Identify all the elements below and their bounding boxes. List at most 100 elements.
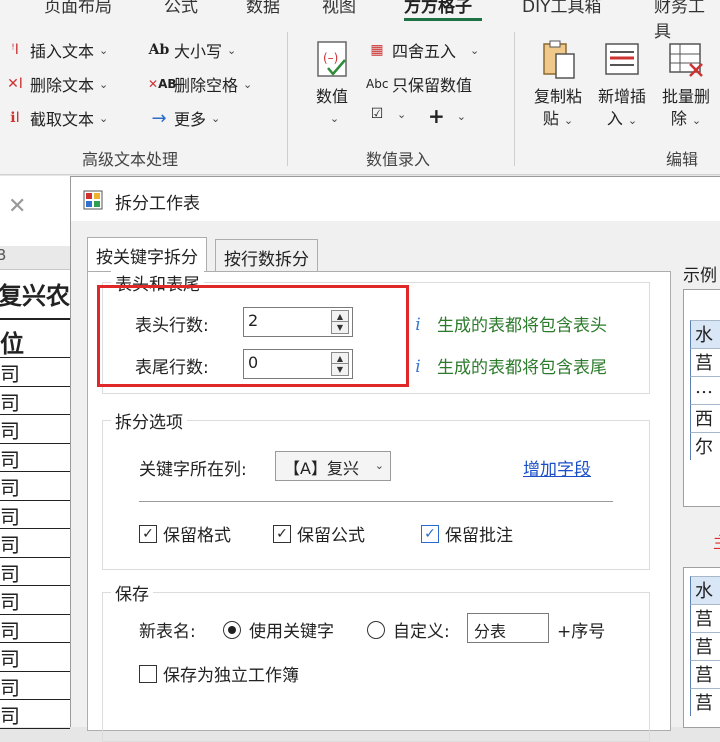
radio-selected-icon (223, 620, 241, 639)
tab-finance-tools[interactable]: 财务工具 (654, 0, 720, 42)
ribbon: 页面布局 公式 数据 视图 方方格子 DIY工具箱 财务工具 ꜝI 插入文本 ⌄ … (0, 0, 720, 175)
add-insert-label-line1: 新增插 (597, 87, 646, 106)
custom-name-radio[interactable]: 自定义: (367, 617, 450, 642)
tab-page-layout[interactable]: 页面布局 (44, 0, 112, 17)
table-cell[interactable]: 司 (0, 672, 70, 700)
example-cell: 水 (690, 320, 720, 348)
info-icon: i (415, 315, 421, 335)
highlight-annotation-box (97, 285, 409, 387)
chevron-down-icon: ⌄ (243, 77, 253, 91)
table-cell[interactable]: 司 (0, 558, 70, 586)
chevron-down-icon: ⌄ (227, 43, 237, 57)
plus-dropdown-button[interactable]: + ⌄ (428, 104, 466, 128)
dialog-titlebar[interactable]: 拆分工作表 (71, 177, 720, 221)
table-cell[interactable]: 司 (0, 615, 70, 643)
example-cell: 莒 (690, 688, 720, 716)
batch-delete-icon (664, 38, 708, 82)
split-options-legend: 拆分选项 (111, 408, 187, 433)
add-insert-label-line2: 入 (606, 109, 623, 128)
add-insert-button[interactable]: 新增插 入 ⌄ (592, 38, 652, 132)
copy-paste-button[interactable]: 复制粘 贴 ⌄ (528, 38, 588, 132)
table-cell[interactable]: 司 (0, 415, 70, 444)
example-cell: 西 (690, 404, 720, 432)
table-cell[interactable]: 司 (0, 387, 70, 415)
chevron-down-icon: ⌄ (99, 43, 109, 57)
delete-text-icon: ✕I (7, 76, 23, 92)
keep-comment-label: 保留批注 (445, 526, 513, 546)
save-legend: 保存 (111, 580, 153, 605)
sheet-grid: 位 司 司 司 司 司 司 司 司 司 司 司 司 司 (0, 318, 70, 729)
divider (139, 501, 613, 502)
tab-split-by-rows[interactable]: 按行数拆分 (215, 239, 318, 271)
table-cell[interactable]: 司 (0, 529, 70, 558)
custom-label: 自定义: (393, 622, 450, 642)
edit-note-icon: ☑ (370, 106, 384, 122)
table-cell[interactable]: 司 (0, 472, 70, 501)
chevron-down-icon: ⌄ (456, 109, 466, 123)
save-group: 保存 新表名: 使用关键字 自定义: 分表 +序号 保存为独立工作簿 (102, 580, 650, 742)
batch-delete-button[interactable]: 批量删 除 ⌄ (656, 38, 716, 132)
custom-name-input[interactable]: 分表 (467, 613, 549, 643)
table-cell[interactable]: 司 (0, 358, 70, 387)
split-options-group: 拆分选项 关键字所在列: 【A】复兴 ⌄ 增加字段 ✓ 保留格式 ✓ 保留公式 … (102, 408, 650, 570)
header-cell[interactable]: 位 (0, 320, 70, 358)
tab-fangfang[interactable]: 方方格子 (404, 0, 472, 17)
cut-text-icon: ℹI (10, 110, 20, 126)
copy-paste-label-line2: 贴 (542, 109, 559, 128)
tab-diy-toolbox[interactable]: DIY工具箱 (522, 0, 602, 17)
round-button[interactable]: ▦ 四舍五入 ⌄ (366, 38, 479, 62)
tab-formulas[interactable]: 公式 (164, 0, 198, 17)
arrow-right-icon: → (151, 107, 167, 129)
table-cell[interactable]: 司 (0, 444, 70, 472)
sheet-title-cell[interactable]: 复兴农 (0, 276, 70, 311)
case-label: 大小写 (174, 42, 223, 61)
keep-formula-checkbox[interactable]: ✓ 保留公式 (273, 521, 365, 546)
suffix-label: +序号 (557, 622, 606, 642)
tab-view[interactable]: 视图 (322, 0, 356, 17)
more-button[interactable]: → 更多 ⌄ (148, 106, 220, 130)
use-keyword-radio[interactable]: 使用关键字 (223, 617, 334, 642)
split-worksheet-dialog: 拆分工作表 按关键字拆分 按行数拆分 表头和表尾 表头行数: 2 ▲ ▼ i 生… (70, 176, 720, 742)
delete-text-label: 删除文本 (30, 76, 95, 95)
chevron-down-icon: ⌄ (211, 111, 221, 125)
column-header[interactable]: B (0, 246, 70, 270)
close-icon[interactable]: ✕ (8, 194, 26, 219)
cut-text-label: 截取文本 (30, 110, 95, 129)
save-standalone-checkbox[interactable]: 保存为独立工作簿 (139, 661, 299, 686)
table-cell[interactable]: 司 (0, 586, 70, 615)
table-cell[interactable]: 司 (0, 700, 70, 729)
batch-delete-label-line1: 批量删 (661, 87, 710, 106)
case-button[interactable]: Ab 大小写 ⌄ (148, 38, 237, 62)
cut-text-button[interactable]: ℹI 截取文本 ⌄ (4, 106, 108, 130)
delete-text-button[interactable]: ✕I 删除文本 ⌄ (4, 72, 108, 96)
group-separator (514, 32, 515, 166)
chevron-down-icon: ⌄ (470, 43, 480, 57)
insert-text-button[interactable]: ꜝI 插入文本 ⌄ (4, 38, 108, 62)
key-column-select[interactable]: 【A】复兴 ⌄ (275, 451, 391, 481)
value-button[interactable]: (–) 数值 ⌄ (306, 38, 358, 130)
keep-formula-label: 保留公式 (297, 526, 365, 546)
info-icon: i (415, 357, 421, 377)
chevron-down-icon: ⌄ (563, 114, 574, 127)
clipboard-icon (536, 38, 580, 82)
delete-space-button[interactable]: ✕AB 删除空格 ⌄ (148, 72, 252, 96)
edit-dropdown-button[interactable]: ☑ ⌄ (366, 106, 407, 122)
tab-split-by-keyword[interactable]: 按关键字拆分 (87, 237, 207, 271)
group-separator (287, 32, 288, 166)
chevron-down-icon: ⌄ (99, 111, 109, 125)
keep-format-checkbox[interactable]: ✓ 保留格式 (139, 521, 231, 546)
more-label: 更多 (174, 110, 207, 129)
example-cell: 莒 (690, 632, 720, 660)
keep-value-button[interactable]: Abc 只保留数值 (366, 72, 472, 96)
table-cell[interactable]: 司 (0, 501, 70, 529)
radio-unselected-icon (367, 620, 385, 639)
checkbox-checked-icon: ✓ (421, 524, 439, 543)
add-field-link[interactable]: 增加字段 (523, 455, 591, 480)
new-name-label: 新表名: (139, 622, 196, 642)
key-column-label: 关键字所在列: (139, 460, 247, 480)
chevron-down-icon: ⌄ (627, 114, 638, 127)
group-label-edit: 编辑 (666, 150, 699, 169)
tab-data[interactable]: 数据 (246, 0, 280, 17)
keep-comment-checkbox[interactable]: ✓ 保留批注 (421, 521, 513, 546)
table-cell[interactable]: 司 (0, 643, 70, 672)
